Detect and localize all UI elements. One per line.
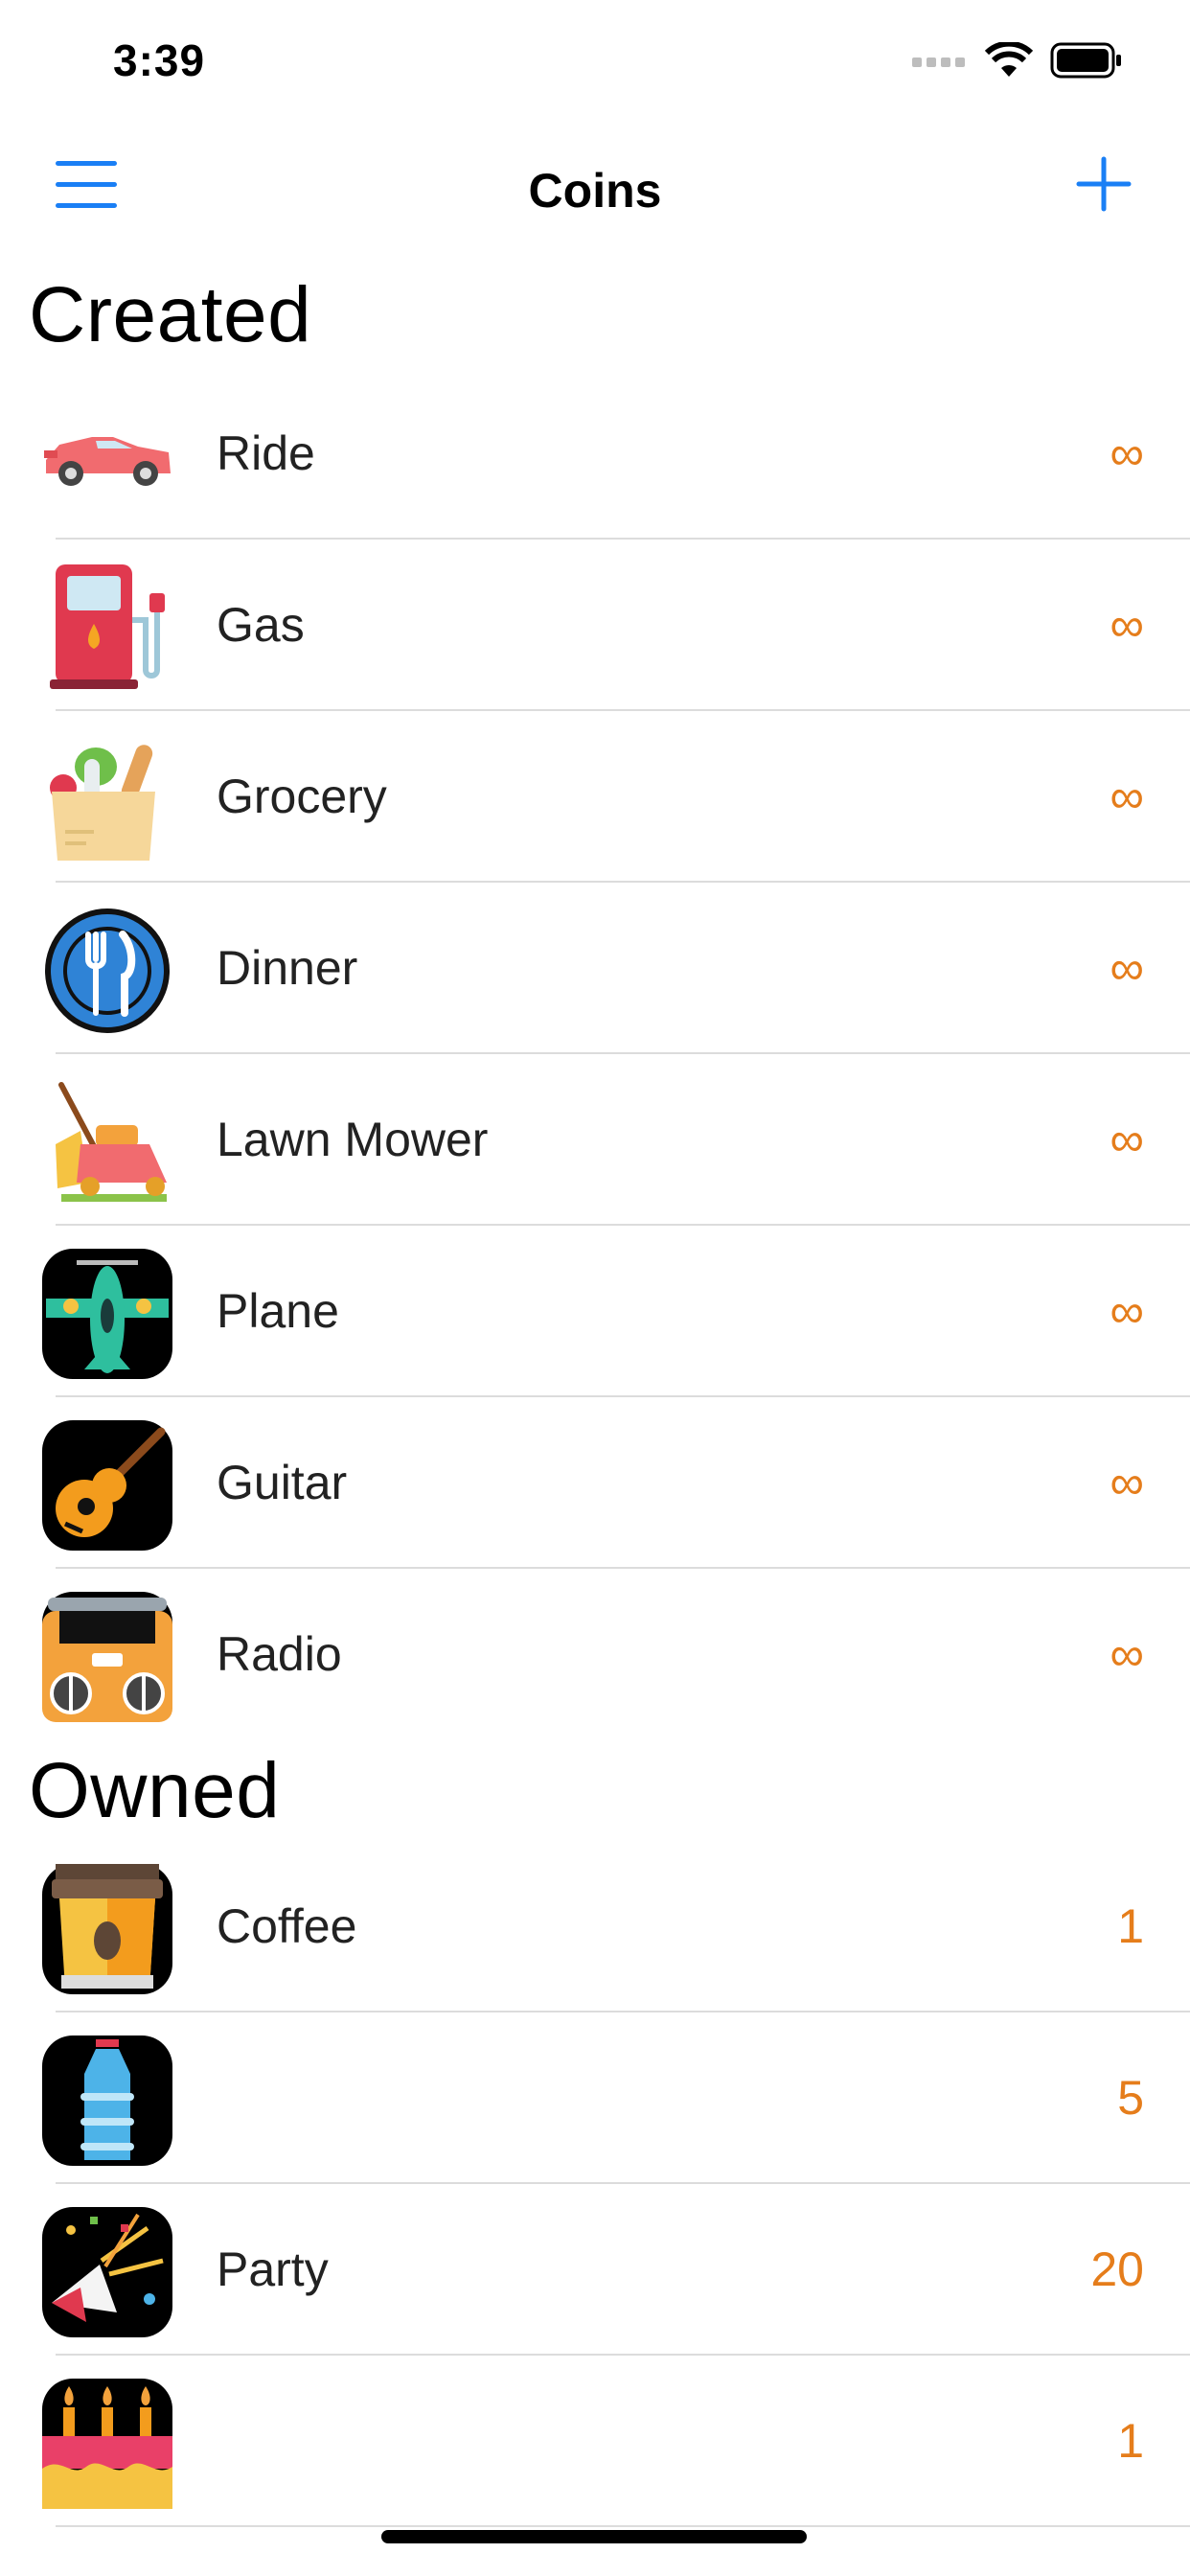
item-value: 1 <box>1117 2414 1144 2468</box>
item-value: ∞ <box>1110 941 1144 995</box>
row-divider <box>56 2525 1190 2527</box>
navigation-bar: Coins <box>0 142 1190 238</box>
item-value: ∞ <box>1110 1456 1144 1509</box>
battery-icon <box>1050 42 1121 79</box>
plane-icon <box>42 1249 172 1379</box>
list-item-lawn-mower[interactable]: Lawn Mower ∞ <box>0 1054 1190 1226</box>
item-label: Plane <box>217 1284 339 1338</box>
home-indicator[interactable] <box>381 2530 807 2543</box>
item-value: ∞ <box>1110 1284 1144 1338</box>
item-value: ∞ <box>1110 598 1144 652</box>
item-label: Coffee <box>217 1899 357 1953</box>
section-title-created: Created <box>29 271 312 358</box>
item-value: ∞ <box>1110 1627 1144 1681</box>
boombox-radio-icon <box>42 1592 172 1722</box>
item-label: Party <box>217 2242 329 2296</box>
gas-pump-icon <box>42 563 172 693</box>
list-item-water-bottle[interactable]: 5 <box>0 2012 1190 2184</box>
water-bottle-icon <box>42 2036 172 2166</box>
item-value: ∞ <box>1110 426 1144 480</box>
item-value: 5 <box>1117 2071 1144 2125</box>
status-icons <box>912 42 1123 79</box>
coffee-cup-icon <box>42 1864 172 1994</box>
item-label: Ride <box>217 426 315 480</box>
list-item-dinner[interactable]: Dinner ∞ <box>0 883 1190 1054</box>
lawn-mower-icon <box>42 1077 172 1208</box>
item-value: ∞ <box>1110 1113 1144 1166</box>
list-item-party[interactable]: Party 20 <box>0 2184 1190 2356</box>
item-value: ∞ <box>1110 770 1144 823</box>
wifi-icon <box>985 42 1033 77</box>
item-label: Dinner <box>217 941 358 995</box>
race-car-icon <box>42 391 172 521</box>
list-item-guitar[interactable]: Guitar ∞ <box>0 1397 1190 1569</box>
party-popper-icon <box>42 2207 172 2337</box>
list-item-gas[interactable]: Gas ∞ <box>0 540 1190 711</box>
list-item-coffee[interactable]: Coffee 1 <box>0 1841 1190 2012</box>
status-bar: 3:39 <box>0 0 1190 126</box>
status-time: 3:39 <box>113 35 206 85</box>
list-item-birthday-cake[interactable]: 1 <box>0 2356 1190 2527</box>
item-label: Grocery <box>217 770 387 823</box>
list-item-ride[interactable]: Ride ∞ <box>0 368 1190 540</box>
list-item-plane[interactable]: Plane ∞ <box>0 1226 1190 1397</box>
grocery-bag-icon <box>42 734 172 864</box>
list-item-radio[interactable]: Radio ∞ <box>0 1569 1190 1740</box>
section-title-owned: Owned <box>29 1747 281 1834</box>
list-item-grocery[interactable]: Grocery ∞ <box>0 711 1190 883</box>
signal-icon <box>912 58 965 67</box>
item-value: 1 <box>1117 1899 1144 1953</box>
page-title: Coins <box>528 164 662 218</box>
add-coin-button[interactable] <box>1075 155 1133 213</box>
item-label: Radio <box>217 1627 342 1681</box>
item-label: Guitar <box>217 1456 348 1509</box>
plus-icon <box>1076 156 1132 212</box>
item-value: 20 <box>1090 2242 1144 2296</box>
birthday-cake-icon <box>42 2379 172 2509</box>
guitar-icon <box>42 1420 172 1551</box>
item-label: Gas <box>217 598 305 652</box>
fork-knife-plate-icon <box>42 906 172 1036</box>
item-label: Lawn Mower <box>217 1113 489 1166</box>
